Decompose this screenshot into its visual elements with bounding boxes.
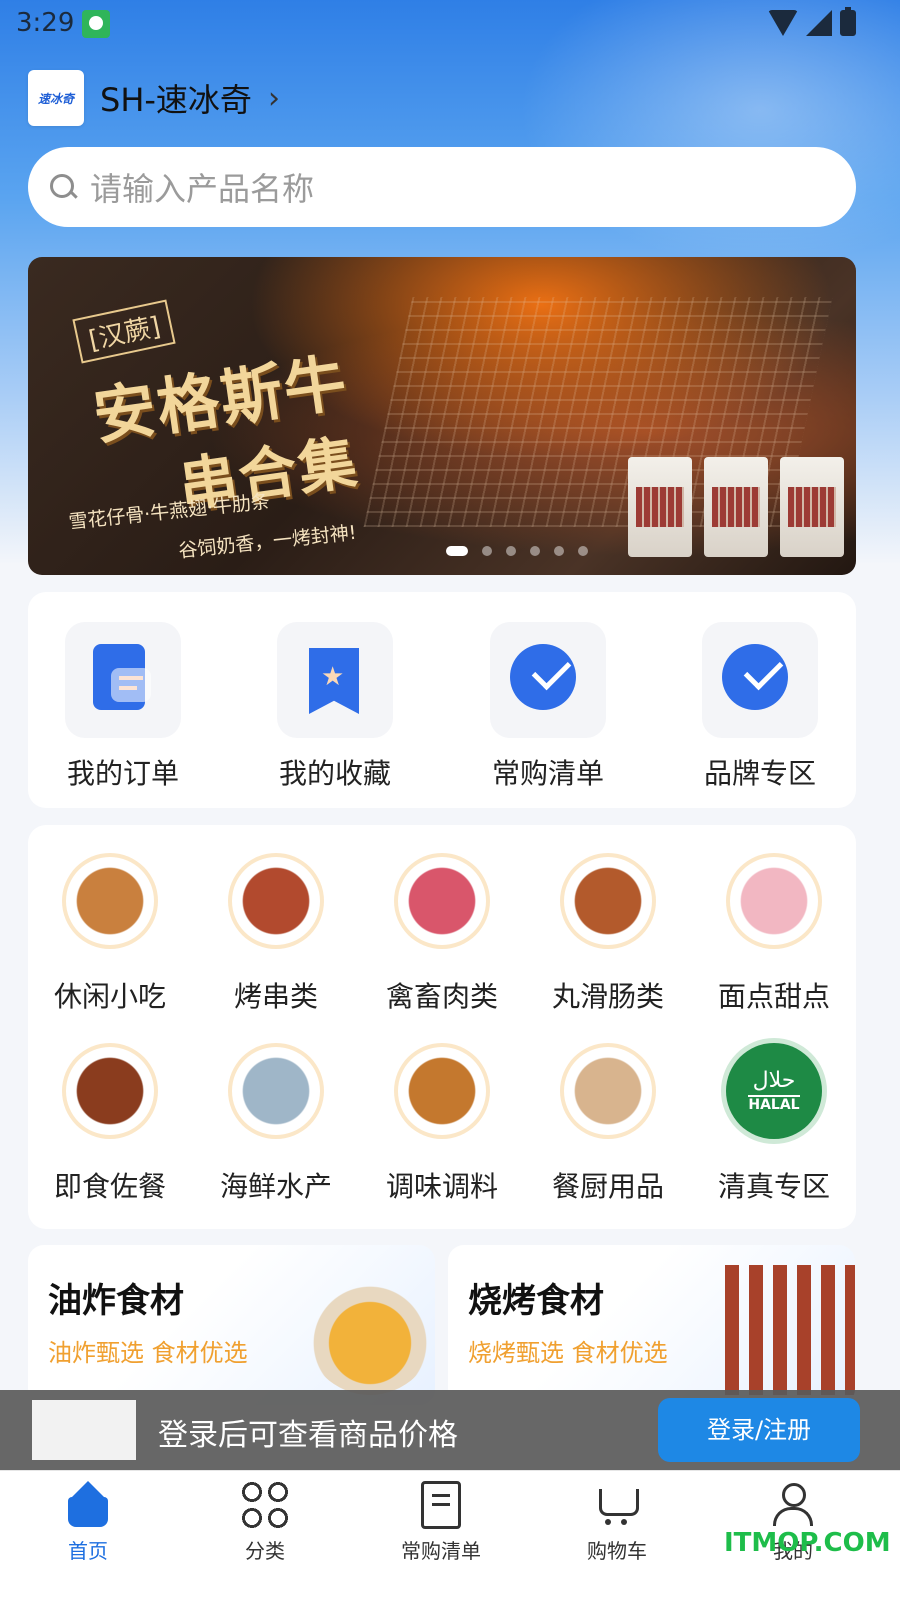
order-icon [65,622,181,738]
category-item[interactable]: 烤串类 [193,853,359,1015]
cart-icon [593,1481,641,1529]
category-label: 海鲜水产 [219,1170,332,1203]
checklist-icon [421,1481,461,1529]
category-label: 调味调料 [385,1170,498,1203]
search-placeholder: 请输入产品名称 [90,170,315,208]
carousel-dot[interactable] [482,546,492,556]
frequent-list-button[interactable]: 常购清单 [473,622,623,792]
chopsticks-icon [560,1043,656,1139]
quick-actions-card: 我的订单 我的收藏 常购清单 品牌专区 [28,592,856,808]
category-icon [241,1481,289,1529]
my-orders-button[interactable]: 我的订单 [48,622,198,792]
bbq-skewer-icon [725,1265,855,1395]
tab-cart[interactable]: 购物车 [557,1481,677,1564]
chevron-right-icon: › [267,80,280,116]
carousel-dots [446,546,588,556]
promo-card-fried[interactable]: 油炸食材 油炸甄选 食材优选 [28,1245,435,1405]
favorite-icon [277,622,393,738]
skewer-icon [228,853,324,949]
category-grid: 休闲小吃 烤串类 禽畜肉类 丸滑肠类 面点甜点即食佐餐 海鲜水产 调味调料 餐厨用品 حلال H… [28,825,856,1229]
category-item[interactable]: 休闲小吃 [27,853,193,1015]
product-pack-image [780,457,844,557]
image-placeholder [32,1400,136,1460]
home-icon [64,1481,112,1529]
carousel-dot[interactable] [554,546,564,556]
store-name: SH-速冰奇 [100,81,252,119]
meatball-icon [560,853,656,949]
wifi-icon [768,10,798,36]
category-label: 禽畜肉类 [385,980,498,1013]
category-item[interactable]: 调味调料 [359,1043,525,1205]
fried-food-icon [305,1265,435,1395]
search-icon [50,174,76,200]
tab-frequent-list[interactable]: 常购清单 [381,1481,501,1564]
ready-meal-icon [62,1043,158,1139]
my-favorites-button[interactable]: 我的收藏 [260,622,410,792]
promo-card-bbq[interactable]: 烧烤食材 烧烤甄选 食材优选 [448,1245,855,1405]
store-logo: 速冰奇 [28,70,84,126]
tab-category[interactable]: 分类 [205,1481,325,1564]
product-pack-image [704,457,768,557]
store-selector[interactable]: 速冰奇 SH-速冰奇 › [28,70,280,126]
category-item[interactable]: 禽畜肉类 [359,853,525,1015]
category-label: 即食佐餐 [53,1170,166,1203]
category-label: 烤串类 [233,980,318,1013]
category-label: 餐厨用品 [551,1170,664,1203]
banner-subtitle-2: 谷饲奶香，一烤封神! [177,521,358,563]
category-item[interactable]: 餐厨用品 [525,1043,691,1205]
banner-subtitle: 雪花仔骨·牛燕翅·牛肋条 [67,490,271,534]
login-message: 登录后可查看商品价格 [158,1418,458,1453]
user-icon [769,1481,817,1529]
status-time: 3:29 [16,8,75,38]
carousel-dot[interactable] [578,546,588,556]
watermark: ITMOP.COM [724,1528,891,1558]
battery-icon [840,7,856,36]
category-item[interactable]: 海鲜水产 [193,1043,359,1205]
tab-home[interactable]: 首页 [28,1481,148,1564]
category-item[interactable]: حلال HALAL 清真专区 [691,1043,857,1205]
category-label: 休闲小吃 [53,980,166,1013]
category-item[interactable]: 丸滑肠类 [525,853,691,1015]
category-label: 丸滑肠类 [551,980,664,1013]
login-prompt-bar: 登录后可查看商品价格 登录/注册 [0,1390,900,1470]
brand-zone-button[interactable]: 品牌专区 [685,622,835,792]
category-item[interactable]: 即食佐餐 [27,1043,193,1205]
halal-icon: حلال HALAL [726,1043,822,1139]
brand-icon [702,622,818,738]
checklist-icon [490,622,606,738]
notification-app-icon [82,10,110,38]
meat-icon [394,853,490,949]
promo-banner[interactable]: [汉蕨] 安格斯牛 串合集 雪花仔骨·牛燕翅·牛肋条 谷饲奶香，一烤封神! [28,257,856,575]
search-input[interactable]: 请输入产品名称 [28,147,856,227]
carousel-dot[interactable] [506,546,516,556]
category-label: 面点甜点 [717,980,830,1013]
carousel-dot[interactable] [446,546,468,556]
category-label: 清真专区 [717,1170,830,1203]
product-pack-image [628,457,692,557]
login-register-button[interactable]: 登录/注册 [658,1398,860,1462]
carousel-dot[interactable] [530,546,540,556]
shrimp-icon [228,1043,324,1139]
status-bar: 3:29 [0,0,900,48]
snack-icon [62,853,158,949]
spice-icon [394,1043,490,1139]
category-item[interactable]: 面点甜点 [691,853,857,1015]
signal-icon [806,10,832,36]
dessert-icon [726,853,822,949]
banner-brand: [汉蕨] [72,299,176,364]
